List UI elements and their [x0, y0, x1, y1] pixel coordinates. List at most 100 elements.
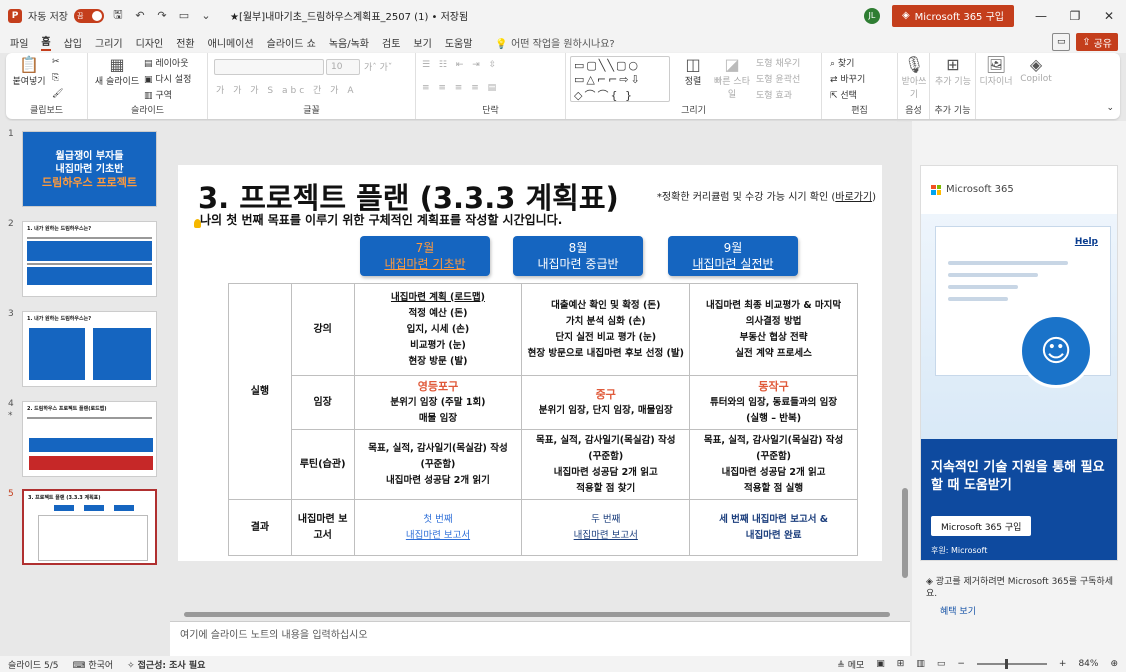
- minimize-button[interactable]: —: [1024, 9, 1058, 23]
- customize-quick-access-icon[interactable]: ⌄: [198, 9, 214, 22]
- copilot-button[interactable]: ◈ Copilot: [1016, 56, 1056, 85]
- font-grow-icon[interactable]: 가ˆ 가ˇ: [364, 60, 392, 73]
- month-box-july[interactable]: 7월 내집마련 기초반: [360, 236, 490, 276]
- ad-card[interactable]: Microsoft 365 Help ☺ 지속적인 기술 지원을 통해 필요할 …: [920, 165, 1118, 561]
- cell-field-september[interactable]: 동작구 튜터와의 임장, 동료들과의 임장 (실행 – 반복): [689, 375, 858, 430]
- paste-button[interactable]: 📋 붙여넣기: [12, 56, 46, 88]
- save-icon[interactable]: 🖫: [110, 6, 126, 25]
- thumbnail-slide-3[interactable]: 1. 내가 원하는 드림하우스는?: [22, 311, 157, 387]
- tab-view[interactable]: 보기: [413, 35, 431, 50]
- section-button[interactable]: ▥ 구역: [144, 88, 172, 101]
- month-box-august[interactable]: 8월 내집마련 중급반: [513, 236, 643, 276]
- zoom-slider[interactable]: [976, 659, 1047, 669]
- shapes-gallery[interactable]: ▭▢╲╲▢○ ▭△⌐⌐⇨⇩ ◇⌒⌒{ }: [570, 56, 670, 102]
- shape-fill-button[interactable]: 도형 채우기: [756, 56, 800, 69]
- zoom-out-icon[interactable]: −: [957, 659, 965, 669]
- avatar[interactable]: JL: [863, 7, 880, 24]
- fit-slide-icon[interactable]: ⊕: [1110, 659, 1118, 669]
- ad-buy-button[interactable]: Microsoft 365 구입: [931, 516, 1032, 536]
- slide-sorter-icon[interactable]: ⊞: [897, 659, 905, 669]
- replace-button[interactable]: ⇄ 바꾸기: [830, 72, 865, 85]
- cell-routine-july[interactable]: 목표, 실적, 감사일기(목실감) 작성 (꾸준함) 내집마련 성공담 2개 읽…: [353, 429, 523, 500]
- vertical-scrollbar[interactable]: [900, 160, 910, 610]
- notes-pane[interactable]: 여기에 슬라이드 노트의 내용을 입력하십시오: [170, 621, 910, 656]
- tab-insert[interactable]: 삽입: [64, 35, 82, 50]
- cell-lecture-september[interactable]: 내집마련 최종 비교평가 & 마지막 의사결정 방법 부동산 협상 전략 실전 …: [689, 283, 858, 376]
- cell-lecture-august[interactable]: 대출예산 확인 및 확정 (돈) 가치 분석 심화 (손) 단지 실전 비교 평…: [521, 283, 691, 376]
- cell-report-august[interactable]: 두 번째 내집마련 보고서: [521, 499, 691, 556]
- buy-m365-button[interactable]: ◈ Microsoft 365 구입: [891, 4, 1014, 27]
- document-title[interactable]: ★[월부]내마기초_드림하우스계획표_2507 (1) • 저장됨: [230, 8, 468, 23]
- thumbnail-slide-1[interactable]: 월급쟁이 부자들 내집마련 기초반 드림하우스 프로젝트: [22, 131, 157, 207]
- new-slide-button[interactable]: ▦ 새 슬라이드: [94, 56, 140, 88]
- list-icons[interactable]: ☰ ☷ ⇤ ⇥ ⇳: [422, 60, 499, 70]
- cell-field-july[interactable]: 영등포구 분위기 임장 (주말 1회) 매물 임장: [353, 375, 523, 430]
- cell-report-july[interactable]: 첫 번째 내집마련 보고서: [353, 499, 523, 556]
- tab-transitions[interactable]: 전환: [176, 35, 194, 50]
- cell-routine-august[interactable]: 목표, 실적, 감사일기(목실감) 작성 (꾸준함) 내집마련 성공담 2개 읽…: [521, 429, 691, 500]
- font-size-select[interactable]: 10: [326, 59, 360, 75]
- cell-field-august[interactable]: 중구 분위기 임장, 단지 임장, 매물임장: [521, 375, 691, 430]
- curriculum-note[interactable]: *정확한 커리큘럼 및 수강 가능 시기 확인 (바로가기): [657, 188, 876, 203]
- horizontal-scrollbar[interactable]: [176, 610, 898, 618]
- tab-design[interactable]: 디자인: [136, 35, 164, 50]
- tab-draw[interactable]: 그리기: [95, 35, 123, 50]
- align-icons[interactable]: ≡ ≡ ≡ ≡ ▤: [422, 83, 499, 93]
- autosave-toggle[interactable]: 끔: [73, 8, 104, 23]
- font-format-icons[interactable]: 가 가 가 S abc 간 가 A: [216, 83, 356, 96]
- tab-help[interactable]: 도움말: [445, 35, 473, 50]
- format-painter-icon[interactable]: 🖌: [52, 89, 63, 99]
- accessibility-status[interactable]: ✧ 접근성: 조사 필요: [127, 658, 205, 671]
- quick-style-button[interactable]: ◪ 빠른 스타일: [712, 56, 752, 101]
- share-button[interactable]: ⇪ 공유: [1076, 33, 1118, 51]
- cell-lecture-july[interactable]: 내집마련 계획 (로드맵) 적정 예산 (돈) 입지, 시세 (손) 비교평가 …: [353, 283, 523, 376]
- dictate-button[interactable]: 🎙 받아쓰기: [898, 56, 930, 101]
- tab-home[interactable]: 홈: [41, 33, 51, 51]
- zoom-level[interactable]: 84%: [1078, 659, 1098, 669]
- reading-view-icon[interactable]: ▥: [916, 659, 925, 669]
- tab-record[interactable]: 녹음/녹화: [329, 35, 369, 50]
- thumbnail-slide-4[interactable]: 2. 드림하우스 프로젝트 플랜(로드맵): [22, 401, 157, 477]
- collapse-ribbon-icon[interactable]: ⌄: [1106, 103, 1114, 113]
- select-button[interactable]: ⇱ 선택: [830, 88, 857, 101]
- thumbnail-slide-5[interactable]: 3. 프로젝트 플랜 (3.3.3 계획표): [22, 489, 157, 565]
- tab-file[interactable]: 파일: [10, 35, 28, 50]
- tab-review[interactable]: 검토: [382, 35, 400, 50]
- designer-button[interactable]: 🖼 디자이너: [976, 56, 1016, 88]
- slide-subtitle[interactable]: 나의 첫 번째 목표를 이루기 위한 구체적인 계획표를 작성할 시간입니다.: [200, 211, 562, 228]
- slide[interactable]: 3. 프로젝트 플랜 (3.3.3 계획표) *정확한 커리큘럼 및 수강 가능…: [178, 165, 882, 561]
- tab-animations[interactable]: 애니메이션: [208, 35, 254, 50]
- arrange-button[interactable]: ◫ 정렬: [676, 56, 710, 88]
- find-button[interactable]: ⌕ 찾기: [830, 56, 854, 69]
- copy-icon[interactable]: ⎘: [52, 73, 59, 83]
- undo-icon[interactable]: ↶: [132, 9, 148, 22]
- addins-button[interactable]: ⊞ 추가 기능: [934, 56, 972, 88]
- plan-table[interactable]: 실행 강의 내집마련 계획 (로드맵) 적정 예산 (돈) 입지, 시세 (손)…: [228, 283, 858, 556]
- slideshow-start-icon[interactable]: ▭: [176, 9, 192, 22]
- tell-me-search[interactable]: 💡 어떤 작업을 원하시나요?: [495, 35, 614, 50]
- horizontal-scroll-thumb[interactable]: [184, 612, 890, 617]
- comments-icon[interactable]: ▭: [1052, 33, 1071, 51]
- shape-outline-button[interactable]: 도형 윤곽선: [756, 72, 800, 85]
- ad-benefits-link[interactable]: 혜택 보기: [940, 606, 1116, 618]
- slideshow-icon[interactable]: ▭: [937, 659, 946, 669]
- font-name-select[interactable]: [214, 59, 324, 75]
- reset-button[interactable]: ▣ 다시 설정: [144, 72, 191, 85]
- layout-button[interactable]: ▤ 레이아웃: [144, 56, 189, 69]
- language-status[interactable]: ⌨ 한국어: [72, 658, 113, 671]
- tab-slideshow[interactable]: 슬라이드 쇼: [267, 35, 316, 50]
- redo-icon[interactable]: ↷: [154, 9, 170, 22]
- notes-toggle[interactable]: ≜ 메모: [837, 658, 864, 671]
- curriculum-link[interactable]: 바로가기: [835, 192, 872, 203]
- normal-view-icon[interactable]: ▣: [876, 659, 885, 669]
- zoom-in-icon[interactable]: +: [1059, 659, 1067, 669]
- cut-icon[interactable]: ✂: [52, 57, 60, 67]
- cell-report-september[interactable]: 세 번째 내집마련 보고서 & 내집마련 완료: [689, 499, 858, 556]
- month-box-september[interactable]: 9월 내집마련 실전반: [668, 236, 798, 276]
- restore-button[interactable]: ❐: [1058, 9, 1092, 23]
- thumbnail-slide-2[interactable]: 1. 내가 원하는 드림하우스는?: [22, 221, 157, 297]
- close-button[interactable]: ✕: [1092, 9, 1126, 23]
- cell-routine-september[interactable]: 목표, 실적, 감사일기(목실감) 작성 (꾸준함) 내집마련 성공담 2개 읽…: [689, 429, 858, 500]
- vertical-scroll-thumb[interactable]: [902, 488, 908, 578]
- shape-effect-button[interactable]: 도형 효과: [756, 88, 792, 101]
